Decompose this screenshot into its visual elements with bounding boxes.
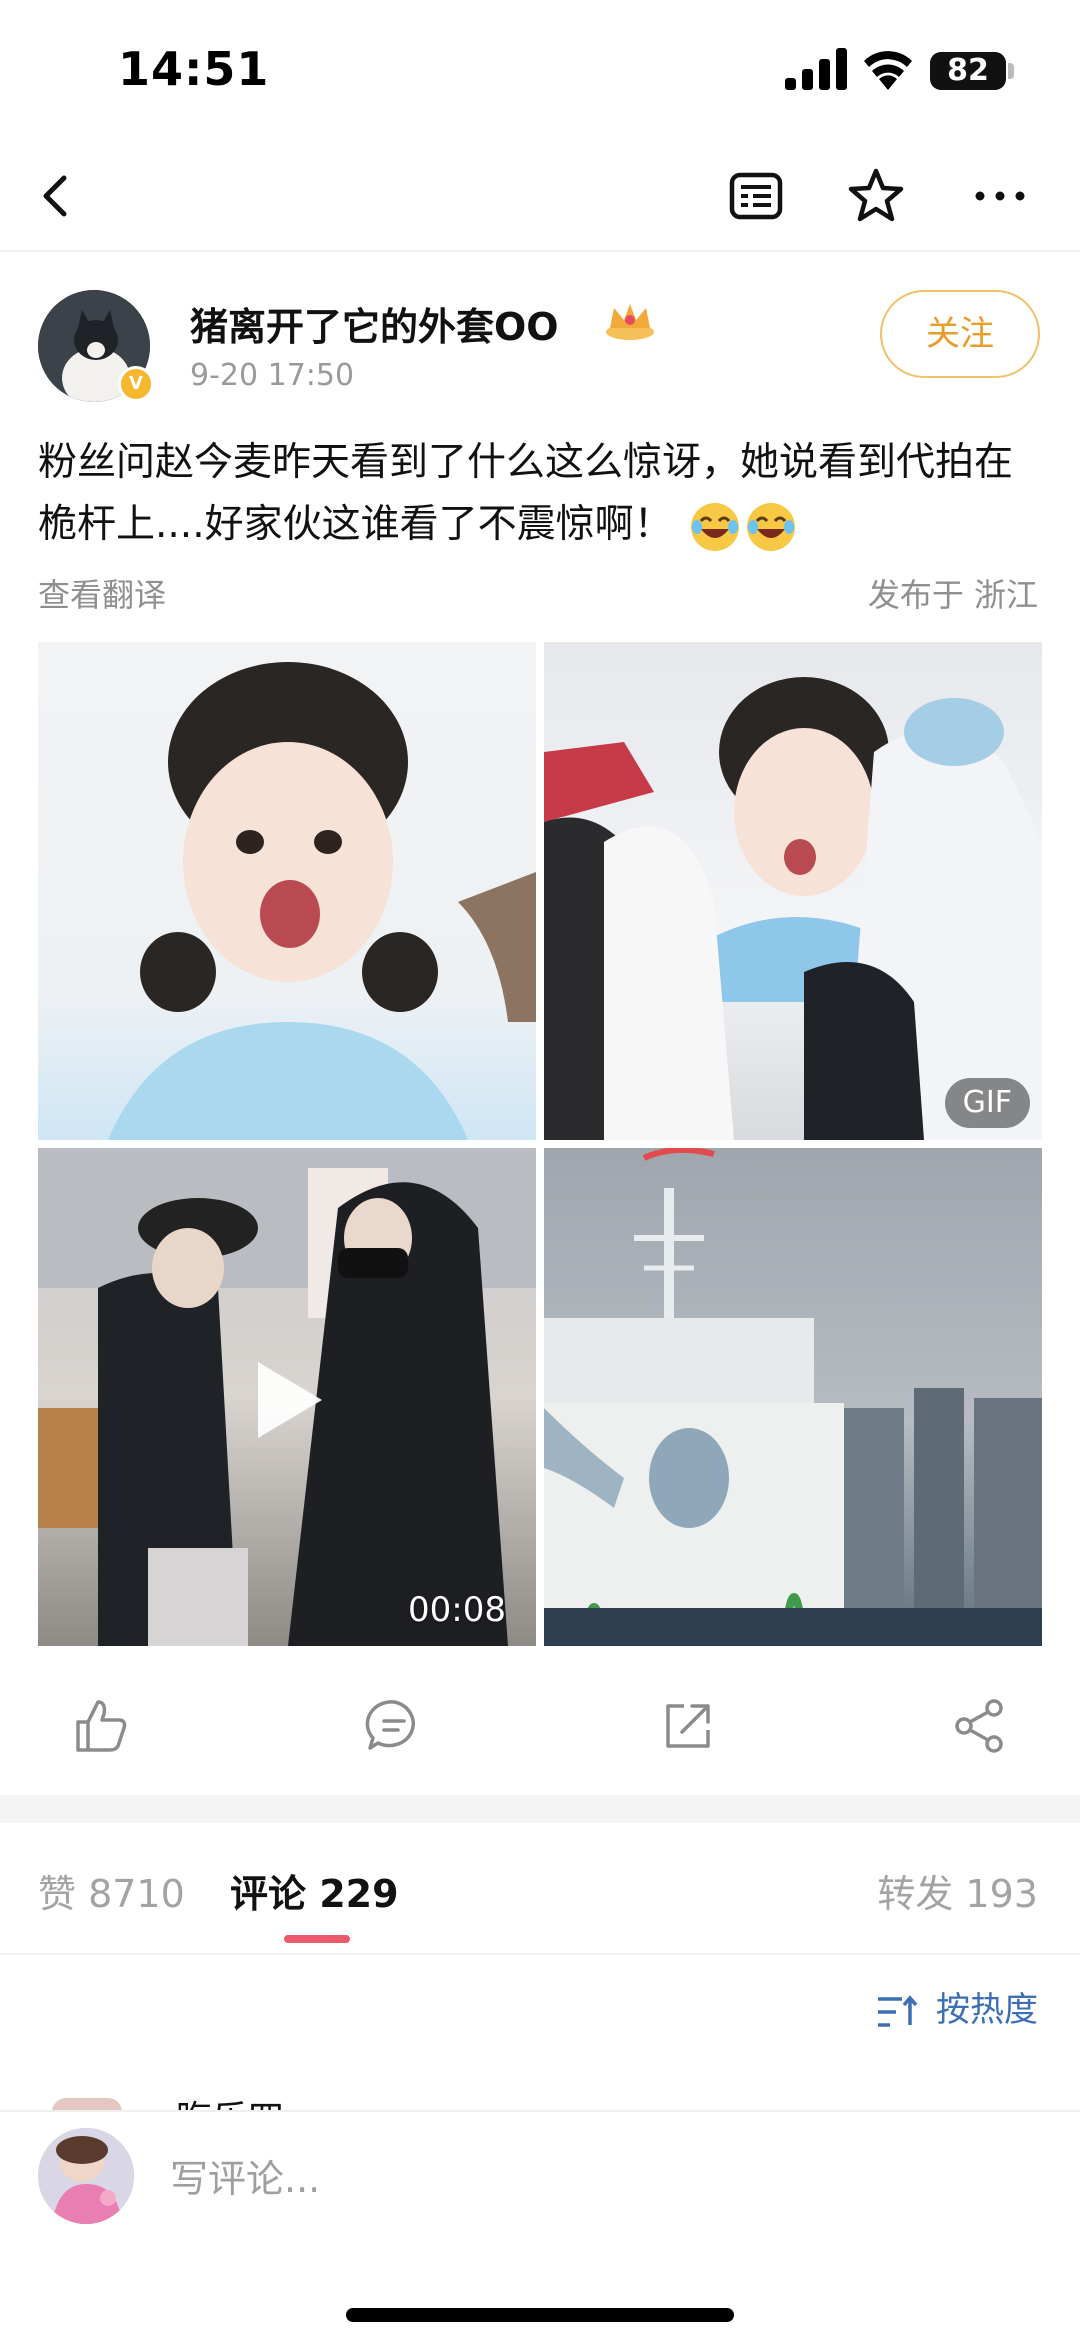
tab-likes[interactable]: 赞 8710 bbox=[38, 1863, 185, 1918]
sort-icon bbox=[878, 1994, 918, 2027]
comment-bar: 写评论... bbox=[0, 2110, 1080, 2337]
doll-avatar-image bbox=[38, 2128, 134, 2224]
tab-active-indicator bbox=[284, 1935, 350, 1943]
status-time: 14:51 bbox=[118, 42, 270, 96]
ship-mast-image bbox=[544, 1148, 1042, 1646]
home-indicator bbox=[346, 2308, 734, 2322]
post-text: 粉丝问赵今麦昨天看到了什么这么惊讶，她说看到代拍在桅杆上....好家伙这谁看了不… bbox=[38, 432, 1048, 556]
laughing-emoji-icon bbox=[745, 501, 797, 553]
gif-badge: GIF bbox=[944, 1078, 1030, 1128]
battery-tip bbox=[1008, 63, 1014, 79]
laughing-emoji-icon bbox=[689, 501, 741, 553]
author-name[interactable]: 猪离开了它的外套OO bbox=[190, 296, 559, 351]
crowd-surprised-image bbox=[544, 677, 1042, 1140]
section-divider bbox=[0, 1795, 1080, 1823]
tab-reposts[interactable]: 转发 193 bbox=[877, 1863, 1038, 1918]
user-avatar[interactable] bbox=[38, 2128, 134, 2224]
post-actions bbox=[0, 1672, 1080, 1782]
more-icon[interactable] bbox=[970, 166, 1030, 226]
share-icon[interactable] bbox=[950, 1696, 1010, 1756]
interaction-tabs: 赞 8710 评论 229 转发 193 bbox=[0, 1823, 1080, 1953]
back-arrow-icon[interactable] bbox=[28, 166, 88, 226]
signal-icon bbox=[785, 48, 847, 90]
translate-link[interactable]: 查看翻译 bbox=[38, 570, 166, 616]
status-bar: 14:51 82 bbox=[0, 0, 1080, 140]
crown-badge-icon bbox=[606, 304, 654, 340]
video-duration: 00:08 bbox=[408, 1590, 506, 1630]
media-gif-2[interactable]: GIF bbox=[544, 642, 1042, 1140]
media-image-1[interactable] bbox=[38, 642, 536, 1140]
article-list-icon[interactable] bbox=[726, 166, 786, 226]
battery-indicator: 82 bbox=[930, 52, 1006, 90]
commenter-name: 晦乐四 bbox=[176, 2090, 284, 2112]
follow-button[interactable]: 关注 bbox=[880, 290, 1040, 378]
tabs-divider bbox=[0, 1953, 1080, 1955]
nav-bar bbox=[0, 140, 1080, 252]
media-image-4[interactable] bbox=[544, 1148, 1042, 1646]
comment-icon[interactable] bbox=[364, 1696, 424, 1756]
post-location: 发布于 浙江 bbox=[867, 576, 1038, 614]
like-icon[interactable] bbox=[70, 1696, 130, 1756]
sort-by-hot-button[interactable]: 按热度 bbox=[876, 1982, 1038, 2032]
wifi-icon bbox=[864, 51, 912, 90]
post-time: 9-20 17:50 bbox=[190, 358, 355, 393]
media-video-3[interactable]: 00:08 bbox=[38, 1148, 536, 1646]
tab-comments[interactable]: 评论 229 bbox=[230, 1863, 399, 1918]
play-icon[interactable] bbox=[252, 1358, 326, 1442]
star-icon[interactable] bbox=[846, 166, 906, 226]
surprised-face-image bbox=[108, 662, 536, 1140]
repost-icon[interactable] bbox=[658, 1696, 718, 1756]
comment-input[interactable]: 写评论... bbox=[170, 2148, 320, 2203]
post-body: 粉丝问赵今麦昨天看到了什么这么惊讶，她说看到代拍在桅杆上....好家伙这谁看了不… bbox=[38, 440, 1014, 547]
verified-badge: V bbox=[118, 366, 154, 402]
sort-label: 按热度 bbox=[936, 1990, 1038, 2030]
